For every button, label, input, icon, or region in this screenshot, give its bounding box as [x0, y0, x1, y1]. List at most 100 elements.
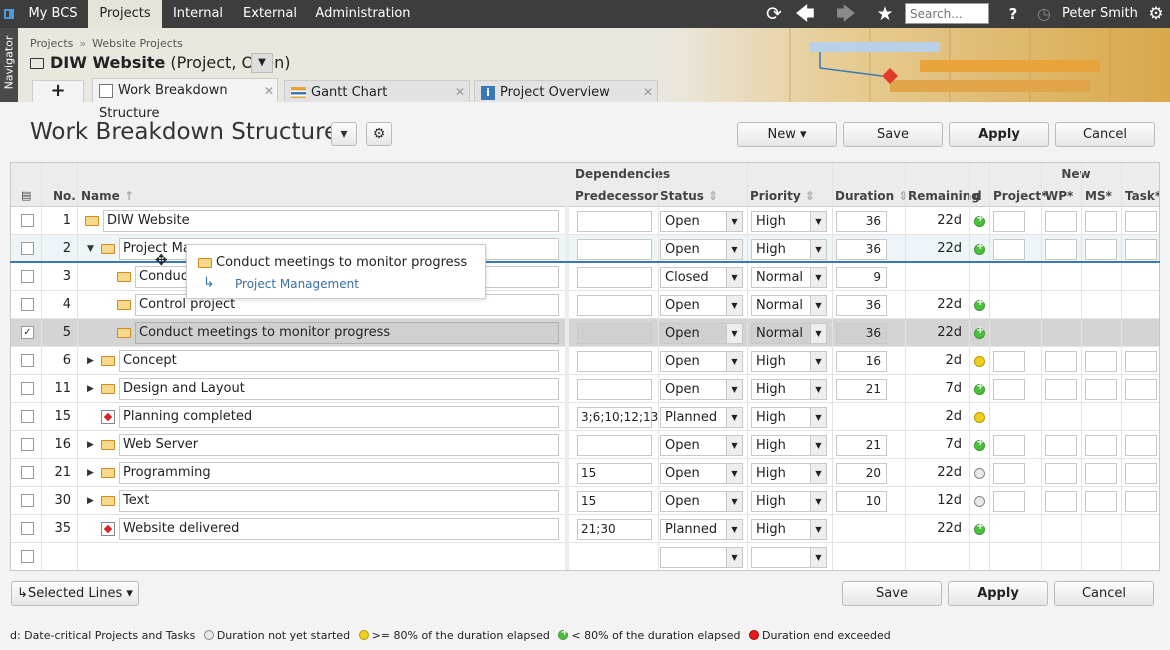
dropdown-arrow-icon[interactable]: ▼ — [810, 464, 826, 483]
dropdown-arrow-icon[interactable]: ▼ — [810, 324, 826, 343]
name-field[interactable]: Web Server — [119, 434, 559, 456]
new-task-field[interactable] — [1125, 435, 1157, 456]
priority-select[interactable]: High ▼ — [751, 491, 827, 512]
row-checkbox[interactable] — [21, 270, 34, 283]
new-project-field[interactable] — [993, 211, 1025, 232]
duration-field[interactable]: 21 — [836, 435, 887, 456]
new-project-field[interactable] — [993, 463, 1025, 484]
settings-gear-icon[interactable]: ⚙ — [1142, 0, 1170, 28]
predecessor-field[interactable]: 15 — [577, 491, 652, 512]
dropdown-arrow-icon[interactable]: ▼ — [726, 296, 742, 315]
table-row[interactable]: 35 Website delivered 21;30 Planned ▼ High ▼ 22d — [11, 515, 1159, 543]
status-select[interactable]: Open ▼ — [660, 211, 743, 232]
new-wp-field[interactable] — [1045, 211, 1077, 232]
new-wp-field[interactable] — [1045, 379, 1077, 400]
forward-arrow-icon[interactable]: 🡆 — [832, 0, 860, 28]
new-ms-field[interactable] — [1085, 351, 1117, 372]
app-logo-icon[interactable] — [0, 0, 18, 28]
collapse-arrow-icon[interactable]: ▼ — [87, 235, 94, 263]
predecessor-field[interactable]: 3;6;10;12;13 — [577, 407, 658, 428]
menu-internal[interactable]: Internal — [162, 0, 234, 28]
predecessor-field[interactable]: 21;30 — [577, 519, 652, 540]
table-row[interactable]: 1 DIW Website Open ▼ High ▼ 36 22d — [11, 207, 1159, 235]
favorites-star-icon[interactable]: ★ — [871, 0, 899, 28]
new-ms-field[interactable] — [1085, 211, 1117, 232]
name-field[interactable]: Conduct meetings to monitor progress — [135, 322, 559, 344]
priority-select[interactable]: High ▼ — [751, 407, 827, 428]
tab-project-overview[interactable]: i Project Overview ✕ — [474, 80, 658, 102]
duration-field[interactable]: 36 — [836, 323, 887, 344]
status-select[interactable]: Open ▼ — [660, 323, 743, 344]
row-checkbox[interactable] — [21, 354, 34, 367]
new-wp-field[interactable] — [1045, 239, 1077, 260]
cancel-button-bottom[interactable]: Cancel — [1054, 581, 1154, 606]
navigator-toggle[interactable]: Navigator — [0, 28, 18, 102]
header-name[interactable]: Name ↑ — [81, 185, 134, 207]
new-ms-field[interactable] — [1085, 463, 1117, 484]
table-row[interactable]: 15 Planning completed 3;6;10;12;13 Planned ▼… — [11, 403, 1159, 431]
row-checkbox[interactable] — [21, 466, 34, 479]
expand-arrow-icon[interactable]: ▶ — [87, 347, 94, 375]
duration-field[interactable]: 36 — [836, 211, 887, 232]
dropdown-arrow-icon[interactable]: ▼ — [810, 520, 826, 539]
dropdown-arrow-icon[interactable]: ▼ — [726, 408, 742, 427]
predecessor-field[interactable]: 15 — [577, 463, 652, 484]
status-select[interactable]: Open ▼ — [660, 435, 743, 456]
row-checkbox[interactable]: ✓ — [21, 326, 34, 339]
status-select[interactable]: Open ▼ — [660, 351, 743, 372]
dropdown-arrow-icon[interactable]: ▼ — [726, 520, 742, 539]
dropdown-arrow-icon[interactable]: ▼ — [810, 436, 826, 455]
row-checkbox[interactable] — [21, 382, 34, 395]
status-select[interactable]: Open ▼ — [660, 463, 743, 484]
status-select[interactable]: Open ▼ — [660, 239, 743, 260]
predecessor-field[interactable] — [577, 435, 652, 456]
name-field[interactable]: DIW Website — [103, 210, 559, 232]
header-new-wp[interactable]: WP* — [1045, 185, 1073, 207]
table-row[interactable]: 21 ▶ Programming 15 Open ▼ High ▼ 20 22d — [11, 459, 1159, 487]
user-name[interactable]: Peter Smith — [1062, 0, 1138, 28]
row-checkbox[interactable] — [21, 550, 34, 563]
save-button[interactable]: Save — [843, 122, 943, 147]
new-task-field[interactable] — [1125, 211, 1157, 232]
duration-field[interactable]: 9 — [836, 267, 887, 288]
new-project-field[interactable] — [993, 239, 1025, 260]
duration-field[interactable]: 36 — [836, 295, 887, 316]
name-field[interactable]: Text — [119, 490, 559, 512]
new-task-field[interactable] — [1125, 239, 1157, 260]
dropdown-arrow-icon[interactable]: ▼ — [726, 268, 742, 287]
table-row[interactable]: ✓ 5 Conduct meetings to monitor progress Op… — [11, 319, 1159, 347]
header-priority[interactable]: Priority ⇕ — [750, 185, 815, 207]
refresh-icon[interactable]: ⟳ — [760, 0, 788, 28]
header-new-ms[interactable]: MS* — [1085, 185, 1112, 207]
name-field[interactable]: Website delivered — [119, 518, 559, 540]
name-field[interactable]: Planning completed — [119, 406, 559, 428]
dropdown-arrow-icon[interactable]: ▼ — [726, 436, 742, 455]
menu-projects[interactable]: Projects — [88, 0, 162, 28]
priority-select[interactable]: High ▼ — [751, 239, 827, 260]
header-new-task[interactable]: Task* — [1125, 185, 1159, 207]
predecessor-field[interactable] — [577, 239, 652, 260]
dropdown-arrow-icon[interactable]: ▼ — [810, 408, 826, 427]
row-checkbox[interactable] — [21, 298, 34, 311]
priority-select[interactable]: High ▼ — [751, 351, 827, 372]
dropdown-arrow-icon[interactable]: ▼ — [726, 380, 742, 399]
new-wp-field[interactable] — [1045, 463, 1077, 484]
dropdown-arrow-icon[interactable]: ▼ — [726, 492, 742, 511]
expand-arrow-icon[interactable]: ▶ — [87, 459, 94, 487]
status-select[interactable]: Planned ▼ — [660, 519, 743, 540]
apply-button[interactable]: Apply — [949, 122, 1049, 147]
dropdown-arrow-icon[interactable]: ▼ — [810, 296, 826, 315]
new-project-field[interactable] — [993, 491, 1025, 512]
breadcrumb-projects[interactable]: Projects — [30, 37, 73, 50]
search-input[interactable] — [905, 3, 989, 24]
row-checkbox[interactable] — [21, 438, 34, 451]
dropdown-arrow-icon[interactable]: ▼ — [810, 212, 826, 231]
priority-select[interactable]: High ▼ — [751, 211, 827, 232]
table-row[interactable]: 16 ▶ Web Server Open ▼ High ▼ 21 7d — [11, 431, 1159, 459]
status-select[interactable]: ▼ — [660, 547, 743, 568]
status-select[interactable]: Open ▼ — [660, 379, 743, 400]
header-no[interactable]: No. — [53, 185, 76, 207]
predecessor-field[interactable] — [577, 351, 652, 372]
table-row[interactable]: 11 ▶ Design and Layout Open ▼ High ▼ 21 7d — [11, 375, 1159, 403]
dropdown-arrow-icon[interactable]: ▼ — [810, 380, 826, 399]
